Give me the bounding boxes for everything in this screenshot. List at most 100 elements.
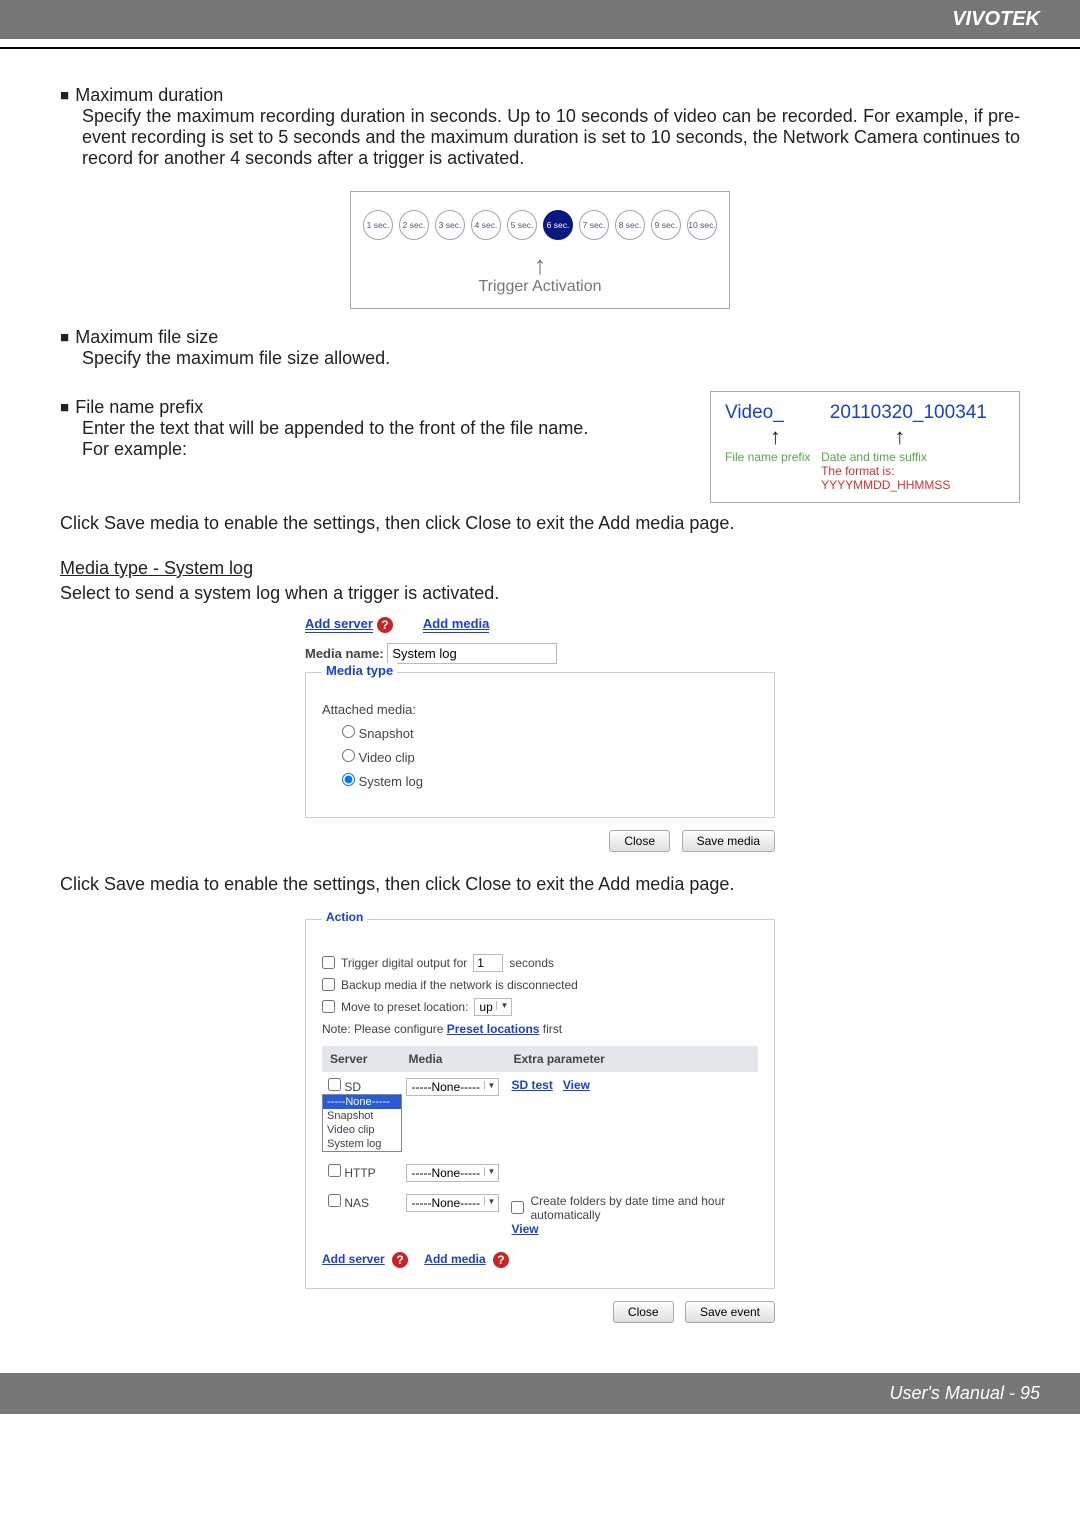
hint-icon-3: ? xyxy=(493,1252,509,1268)
action-legend: Action xyxy=(322,910,367,924)
file-prefix-body1: Enter the text that will be appended to … xyxy=(82,418,682,439)
nas-checkbox[interactable] xyxy=(328,1194,341,1207)
action-save-event-button[interactable]: Save event xyxy=(685,1301,775,1323)
media-radio-list: Snapshot Video clip System log xyxy=(322,725,758,789)
filename-arrows: ↑ ↑ xyxy=(725,424,1005,450)
sd-media-dropdown-open[interactable]: -----None----- Snapshot Video clip Syste… xyxy=(322,1094,402,1152)
media-type-legend: Media type xyxy=(322,663,397,678)
file-prefix-body2: For example: xyxy=(82,439,682,460)
section-file-prefix: File name prefix Enter the text that wil… xyxy=(60,397,682,460)
trigger-do-checkbox[interactable] xyxy=(322,956,335,969)
sec-5: 5 sec. xyxy=(507,210,537,240)
dd-option-system-log[interactable]: System log xyxy=(323,1137,401,1151)
filename-diagram: Video_ 20110320_100341 ↑ ↑ File name pre… xyxy=(710,391,1020,503)
sec-9: 9 sec. xyxy=(651,210,681,240)
radio-video-clip[interactable]: Video clip xyxy=(342,749,758,765)
row-http: HTTP -----None----- xyxy=(322,1158,758,1188)
file-prefix-title: File name prefix xyxy=(60,397,682,418)
sd-view-link[interactable]: View xyxy=(563,1078,590,1092)
nas-view-link[interactable]: View xyxy=(511,1222,538,1236)
preset-locations-link[interactable]: Preset locations xyxy=(447,1022,540,1036)
action-buttons: Close Save event xyxy=(305,1301,775,1323)
preset-label: Move to preset location: xyxy=(341,1000,468,1014)
up-arrow-icon-prefix: ↑ xyxy=(725,424,826,450)
sd-checkbox[interactable] xyxy=(328,1078,341,1091)
sec-2: 2 sec. xyxy=(399,210,429,240)
row-nas: NAS -----None----- Create folders by dat… xyxy=(322,1188,758,1242)
tab-add-server[interactable]: Add server? xyxy=(305,616,393,633)
th-media: Media xyxy=(400,1046,505,1072)
brand-text: VIVOTEK xyxy=(952,8,1040,30)
sec-7: 7 sec. xyxy=(579,210,609,240)
fname-suffix-label-wrap: Date and time suffix The format is: YYYY… xyxy=(821,450,1005,492)
radio-system-log-input[interactable] xyxy=(342,773,355,786)
sec-1: 1 sec. xyxy=(363,210,393,240)
hint-icon: ? xyxy=(377,617,393,633)
action-add-media-link[interactable]: Add media xyxy=(424,1252,485,1266)
trigger-do-suffix: seconds xyxy=(509,956,554,970)
trigger-do-row: Trigger digital output for seconds xyxy=(322,954,758,972)
timing-caption: Trigger Activation xyxy=(363,278,717,296)
max-duration-title: Maximum duration xyxy=(60,85,1020,106)
fname-timestamp: 20110320_100341 xyxy=(830,402,987,424)
radio-system-log[interactable]: System log xyxy=(342,773,758,789)
up-arrow-icon-suffix: ↑ xyxy=(830,424,970,450)
page-body: Maximum duration Specify the maximum rec… xyxy=(0,49,1080,1323)
max-file-size-title: Maximum file size xyxy=(60,327,1020,348)
action-panel: Action Trigger digital output for second… xyxy=(305,919,775,1323)
radio-video-clip-input[interactable] xyxy=(342,749,355,762)
action-bottom-links: Add server ? Add media ? xyxy=(322,1252,758,1268)
save-media-button[interactable]: Save media xyxy=(682,830,775,852)
nas-create-folders-checkbox[interactable] xyxy=(511,1201,524,1214)
action-fieldset: Action Trigger digital output for second… xyxy=(305,919,775,1289)
section-max-file-size: Maximum file size Specify the maximum fi… xyxy=(60,327,1020,369)
tab-add-media[interactable]: Add media xyxy=(423,616,489,633)
th-server: Server xyxy=(322,1046,400,1072)
section-max-duration: Maximum duration Specify the maximum rec… xyxy=(60,85,1020,169)
timing-row: 1 sec. 2 sec. 3 sec. 4 sec. 5 sec. 6 sec… xyxy=(363,210,717,240)
fname-prefix: Video_ xyxy=(725,402,826,424)
action-add-server-link[interactable]: Add server xyxy=(322,1252,385,1266)
media-name-input[interactable] xyxy=(387,643,557,664)
media-name-row: Media name: xyxy=(305,643,775,664)
nas-media-select[interactable]: -----None----- xyxy=(406,1194,499,1212)
server-table: Server Media Extra parameter SD -----Non… xyxy=(322,1046,758,1242)
panel-tabs: Add server? Add media xyxy=(305,616,775,633)
preset-checkbox[interactable] xyxy=(322,1000,335,1013)
th-extra: Extra parameter xyxy=(505,1046,758,1072)
filename-sample: Video_ 20110320_100341 xyxy=(725,402,1005,424)
max-duration-body: Specify the maximum recording duration i… xyxy=(82,106,1020,169)
dd-option-snapshot[interactable]: Snapshot xyxy=(323,1109,401,1123)
dd-option-none[interactable]: -----None----- xyxy=(323,1095,401,1109)
media-type-body: Select to send a system log when a trigg… xyxy=(60,583,1020,604)
sec-3: 3 sec. xyxy=(435,210,465,240)
row-sd: SD -----None----- -----None----- Snapsho… xyxy=(322,1072,758,1102)
sd-test-link[interactable]: SD test xyxy=(511,1078,552,1092)
sec-10: 10 sec. xyxy=(687,210,717,240)
fname-format-line: The format is: YYYYMMDD_HHMMSS xyxy=(821,464,1005,492)
http-checkbox[interactable] xyxy=(328,1164,341,1177)
fname-suffix-label: Date and time suffix xyxy=(821,450,1005,464)
media-type-heading: Media type - System log xyxy=(60,558,1020,579)
filename-labels: File name prefix Date and time suffix Th… xyxy=(725,450,1005,492)
http-media-select[interactable]: -----None----- xyxy=(406,1164,499,1182)
radio-snapshot-input[interactable] xyxy=(342,725,355,738)
backup-row: Backup media if the network is disconnec… xyxy=(322,978,758,992)
timing-diagram: 1 sec. 2 sec. 3 sec. 4 sec. 5 sec. 6 sec… xyxy=(350,191,730,309)
nas-create-folders-label: Create folders by date time and hour aut… xyxy=(530,1194,752,1222)
dd-option-video-clip[interactable]: Video clip xyxy=(323,1123,401,1137)
trigger-do-prefix: Trigger digital output for xyxy=(341,956,467,970)
radio-snapshot[interactable]: Snapshot xyxy=(342,725,758,741)
backup-checkbox[interactable] xyxy=(322,978,335,991)
trigger-do-value[interactable] xyxy=(473,954,503,972)
sec-4: 4 sec. xyxy=(471,210,501,240)
sd-media-select[interactable]: -----None----- xyxy=(406,1078,499,1096)
close-button[interactable]: Close xyxy=(609,830,670,852)
preset-select[interactable]: up xyxy=(474,998,512,1016)
media-panel-buttons: Close Save media xyxy=(305,830,775,852)
action-close-button[interactable]: Close xyxy=(613,1301,674,1323)
sec-8: 8 sec. xyxy=(615,210,645,240)
fname-prefix-label: File name prefix xyxy=(725,450,815,492)
brand-header: VIVOTEK xyxy=(0,0,1080,39)
save-instruction-1: Click Save media to enable the settings,… xyxy=(60,513,1020,534)
